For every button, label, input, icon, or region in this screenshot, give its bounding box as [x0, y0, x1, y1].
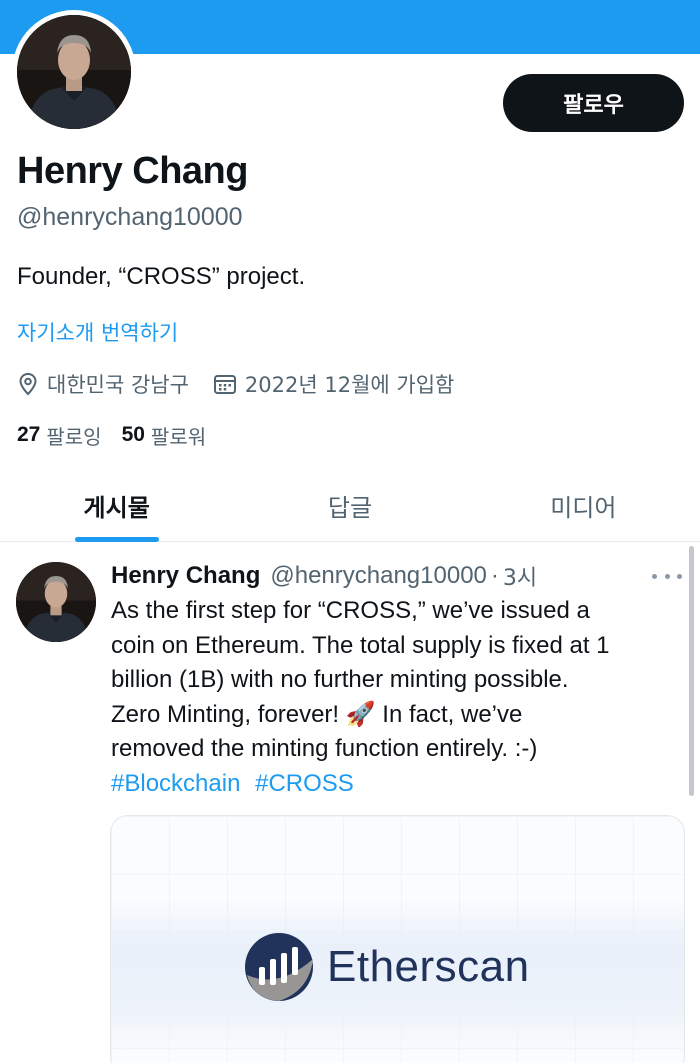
- location-text: 대한민국 강남구: [47, 373, 189, 397]
- tweet-body: As the first step for “CROSS,” we’ve iss…: [111, 594, 691, 801]
- tweet-timestamp[interactable]: 3시: [503, 560, 537, 592]
- following-count: 27: [17, 423, 41, 446]
- followers-label: 팔로워: [150, 424, 207, 449]
- follow-stats: 27 팔로잉 50 팔로워: [17, 420, 226, 450]
- profile-tabs: 게시물 답글 미디어: [0, 470, 700, 542]
- tab-replies[interactable]: 답글: [233, 470, 466, 541]
- tweet-line: Zero Minting, forever! 🚀 In fact, we’ve: [111, 700, 523, 728]
- followers-count: 50: [121, 423, 145, 446]
- tweet-line: coin on Ethereum. The total supply is fi…: [111, 631, 610, 659]
- joined-text: 2022년 12월에 가입함: [244, 373, 455, 397]
- profile-bio: Founder, “CROSS” project.: [17, 263, 306, 290]
- profile-joined: 2022년 12월에 가입함: [213, 369, 454, 399]
- calendar-icon: [213, 375, 236, 394]
- etherscan-logo: Etherscan: [243, 931, 530, 1003]
- etherscan-logo-text: Etherscan: [327, 942, 530, 991]
- more-options-icon[interactable]: [652, 566, 682, 586]
- follow-button[interactable]: 팔로우: [503, 74, 684, 132]
- link-preview-card[interactable]: Etherscan: [110, 815, 685, 1063]
- tweet-hashtags: #Blockchain #CROSS: [111, 767, 691, 802]
- active-tab-indicator: [74, 537, 159, 542]
- tweet-header: Henry Chang @henrychang10000 · 3시: [111, 560, 537, 592]
- etherscan-logo-icon: [245, 933, 313, 1001]
- tab-posts-label: 게시물: [83, 494, 150, 522]
- profile-avatar-photo: [17, 15, 131, 129]
- scrollbar[interactable]: [689, 546, 694, 796]
- hashtag-link[interactable]: #CROSS: [255, 770, 354, 797]
- profile-display-name: Henry Chang: [17, 150, 248, 192]
- tweet-line: removed the minting function entirely. :…: [111, 735, 538, 762]
- tweet-line: As the first step for “CROSS,” we’ve iss…: [111, 597, 590, 624]
- tab-media-label: 미디어: [550, 494, 617, 522]
- tab-media[interactable]: 미디어: [467, 470, 700, 541]
- location-pin-icon: [19, 372, 37, 396]
- tweet-line: billion (1B) with no further minting pos…: [111, 666, 569, 693]
- profile-meta: 대한민국 강남구 2022년 12월에 가입함: [17, 369, 478, 399]
- following-label: 팔로잉: [46, 424, 102, 449]
- followers-link[interactable]: 50 팔로워: [122, 421, 207, 450]
- tweet-author-name[interactable]: Henry Chang: [111, 562, 260, 590]
- tab-replies-label: 답글: [327, 494, 373, 522]
- hashtag-link[interactable]: #Blockchain: [111, 770, 240, 797]
- tweet-avatar[interactable]: [16, 562, 96, 642]
- following-link[interactable]: 27 팔로잉: [17, 421, 102, 450]
- tweet-author-handle[interactable]: @henrychang10000: [270, 562, 487, 590]
- profile-avatar[interactable]: [12, 10, 136, 134]
- profile-handle: @henrychang10000: [17, 203, 243, 231]
- profile-location: 대한민국 강남구: [17, 369, 189, 399]
- tab-posts[interactable]: 게시물: [0, 470, 233, 542]
- translate-bio-link[interactable]: 자기소개 번역하기: [17, 317, 178, 347]
- tweet-separator: ·: [490, 562, 499, 589]
